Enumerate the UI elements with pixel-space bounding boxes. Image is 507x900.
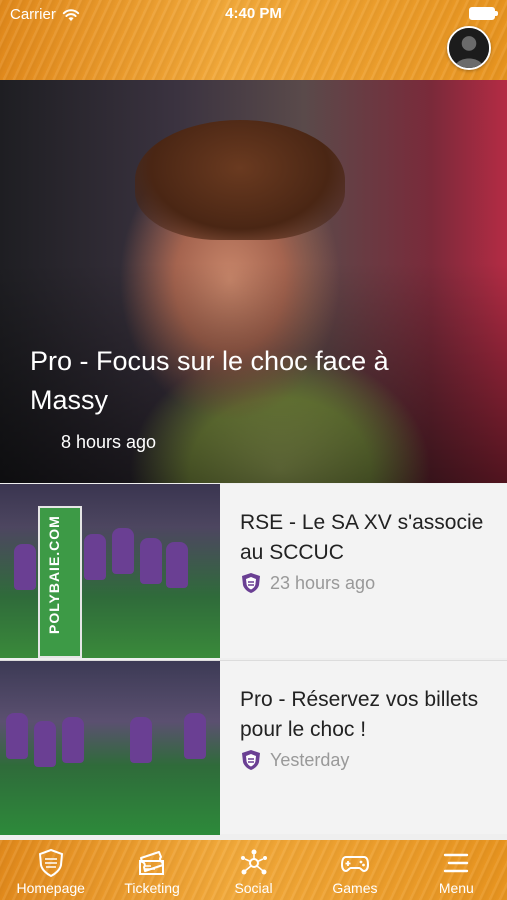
tab-label: Games [332, 880, 378, 896]
tab-social[interactable]: Social [203, 840, 304, 900]
article-time: Yesterday [270, 749, 350, 770]
tab-menu[interactable]: Menu [406, 840, 507, 900]
club-shield-icon [242, 573, 260, 593]
status-time: 4:40 PM [225, 5, 282, 22]
tab-label: Ticketing [124, 880, 180, 896]
hero-photo [135, 120, 345, 240]
tab-homepage[interactable]: Homepage [0, 840, 101, 900]
article-thumbnail [0, 661, 220, 835]
tab-label: Social [234, 880, 273, 896]
app-header: Carrier 4:40 PM [0, 0, 507, 80]
tab-bar: Homepage Ticketing Social Games Menu [0, 840, 507, 900]
hamburger-icon [444, 853, 469, 873]
featured-article-time: 8 hours ago [61, 432, 157, 452]
featured-article[interactable]: Pro - Focus sur le choc face à Massy 8 h… [0, 80, 507, 483]
article-title: Pro - Réservez vos billets pour le choc … [240, 688, 479, 741]
tab-label: Menu [438, 880, 474, 896]
club-shield-icon [242, 750, 260, 770]
profile-avatar-button[interactable] [447, 26, 491, 70]
ticket-icon [139, 851, 165, 875]
article-meta: Yesterday [240, 749, 349, 771]
tab-games[interactable]: Games [304, 840, 405, 900]
article-title: RSE - Le SA XV s'associe au SCCUC [240, 511, 484, 564]
article-thumbnail: POLYBAIE.COM [0, 484, 220, 658]
battery-icon [469, 7, 498, 20]
article-meta: 23 hours ago [240, 572, 375, 594]
thumb-sponsor-text: POLYBAIE.COM [46, 515, 62, 634]
gamepad-icon [340, 856, 369, 873]
article-card[interactable]: POLYBAIE.COM RSE - Le SA XV s'associe au… [0, 484, 507, 658]
network-icon [240, 849, 267, 875]
club-shield-icon [38, 848, 63, 878]
user-silhouette-icon [449, 28, 489, 68]
tab-ticketing[interactable]: Ticketing [101, 840, 202, 900]
status-bar: Carrier 4:40 PM [0, 0, 507, 28]
article-card[interactable]: Pro - Réservez vos billets pour le choc … [0, 660, 507, 835]
tab-label: Homepage [16, 880, 85, 896]
article-time: 23 hours ago [270, 572, 376, 593]
featured-article-title: Pro - Focus sur le choc face à Massy [30, 346, 389, 415]
